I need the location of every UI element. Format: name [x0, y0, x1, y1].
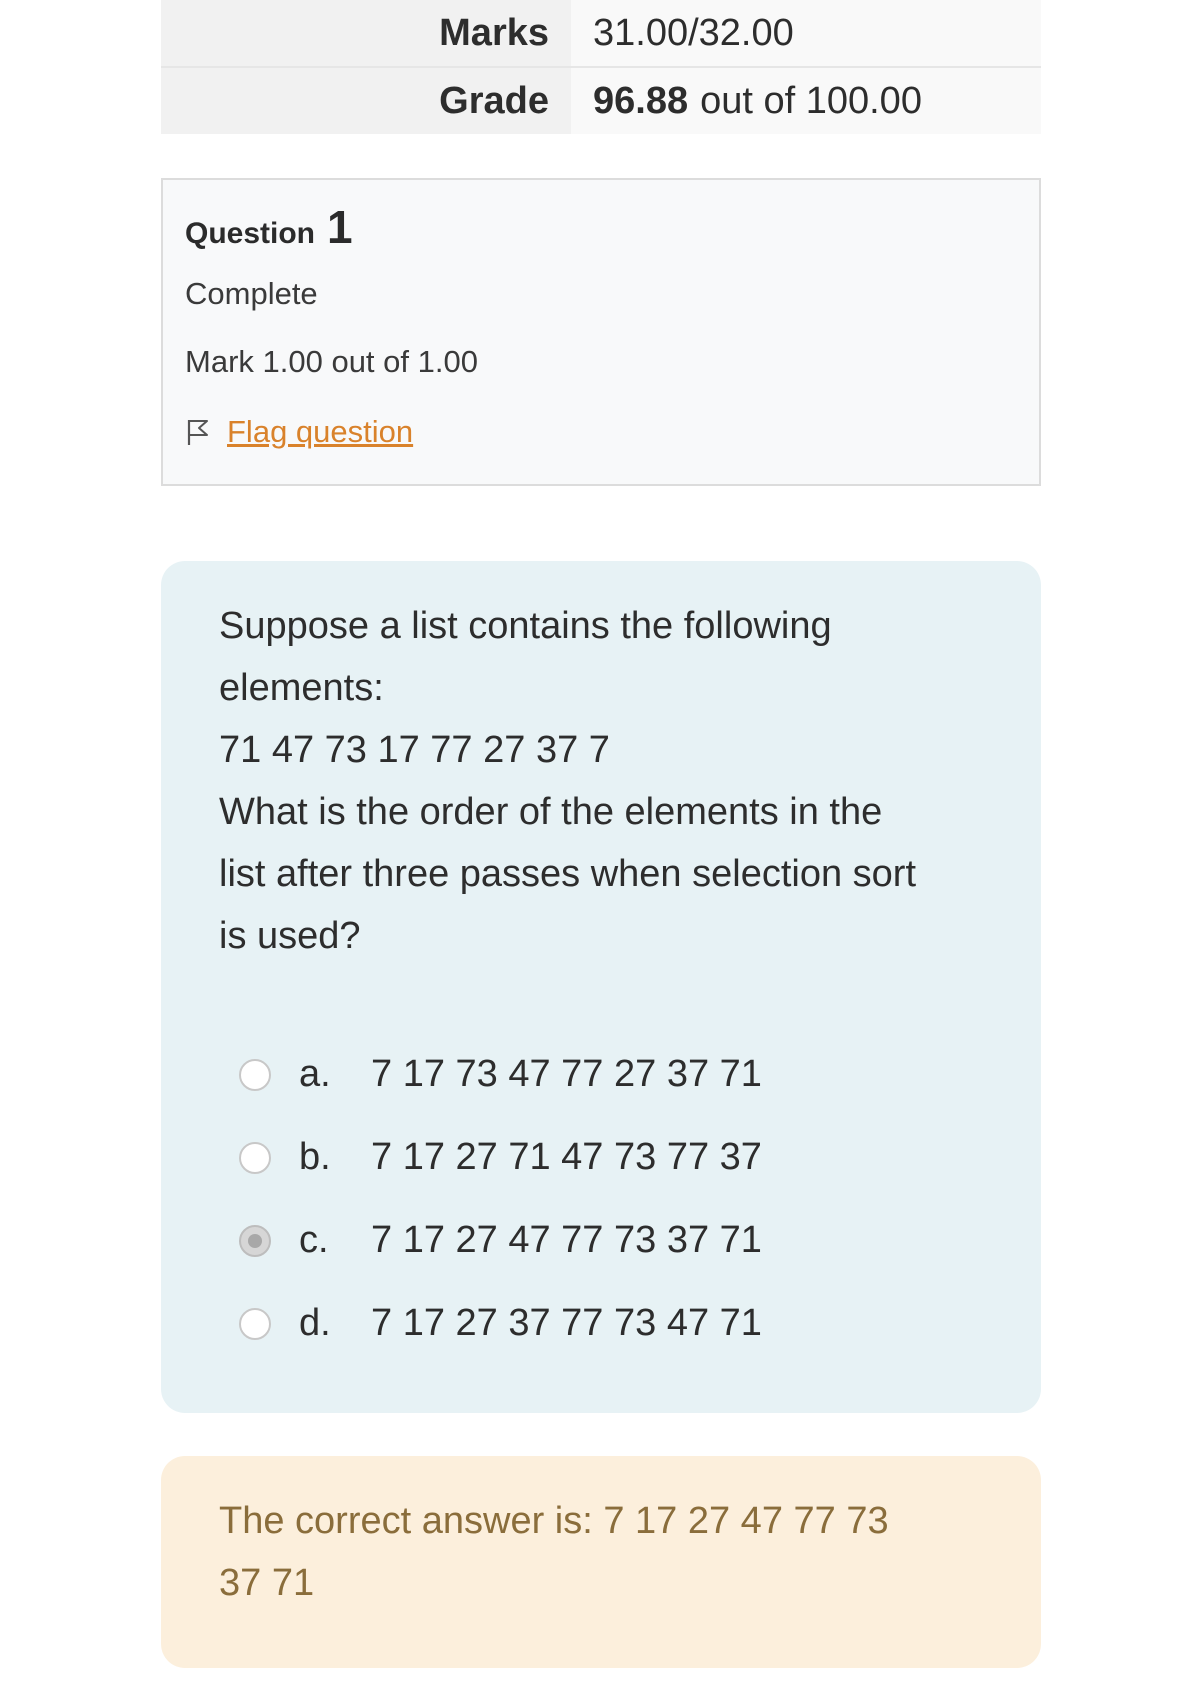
question-text: Suppose a list contains the following el… [219, 595, 983, 967]
answer-letter: c. [299, 1219, 329, 1261]
answer-option-b[interactable]: b. 7 17 27 71 47 73 77 37 [239, 1116, 983, 1199]
feedback-box: The correct answer is: 7 17 27 47 77 73 … [161, 1456, 1041, 1668]
flag-question[interactable]: Flag question [185, 414, 1017, 450]
flag-icon[interactable] [185, 417, 211, 447]
answer-radio-c[interactable] [239, 1224, 271, 1257]
answer-text[interactable]: 7 17 27 37 77 73 47 71 [371, 1302, 762, 1345]
grade-suffix: out of 100.00 [700, 79, 922, 122]
answer-option-d[interactable]: d. 7 17 27 37 77 73 47 71 [239, 1282, 983, 1365]
quiz-summary-table: Marks 31.00/32.00 Grade 96.88 out of 100… [161, 0, 1041, 134]
grade-row: Grade 96.88 out of 100.00 [161, 68, 1041, 134]
question-text-line: is used? [219, 915, 361, 957]
grade-label: Grade [161, 68, 571, 134]
question-number-value: 1 [327, 201, 353, 253]
question-info-box: Question 1 Complete Mark 1.00 out of 1.0… [161, 178, 1041, 486]
answer-radio-a[interactable] [239, 1058, 271, 1091]
question-text-line: 71 47 73 17 77 27 37 7 [219, 729, 610, 771]
marks-value: 31.00/32.00 [571, 0, 1041, 66]
grade-score: 96.88 [593, 79, 689, 122]
answer-letter: a. [299, 1053, 331, 1095]
answer-options: a. 7 17 73 47 77 27 37 71 b. 7 17 27 71 … [219, 1033, 983, 1365]
answer-radio-d[interactable] [239, 1307, 271, 1340]
answer-text[interactable]: 7 17 27 71 47 73 77 37 [371, 1136, 762, 1179]
answer-text[interactable]: 7 17 27 47 77 73 37 71 [371, 1219, 762, 1262]
question-text-line: list after three passes when selection s… [219, 853, 917, 895]
grade-value: 96.88 out of 100.00 [571, 68, 1041, 134]
answer-radio-b[interactable] [239, 1141, 271, 1174]
question-formulation: Suppose a list contains the following el… [161, 561, 1041, 1413]
answer-option-c[interactable]: c. 7 17 27 47 77 73 37 71 [239, 1199, 983, 1282]
answer-letter: d. [299, 1302, 331, 1344]
marks-label: Marks [161, 0, 571, 66]
flag-question-link[interactable]: Flag question [227, 414, 413, 450]
question-text-line: elements: [219, 667, 384, 709]
right-answer-line: 37 71 [219, 1562, 315, 1604]
right-answer-line: The correct answer is: 7 17 27 47 77 73 [219, 1500, 889, 1542]
question-grade: Mark 1.00 out of 1.00 [185, 344, 478, 379]
question-text-line: Suppose a list contains the following [219, 605, 832, 647]
question-label: Question [185, 217, 316, 250]
answer-option-a[interactable]: a. 7 17 73 47 77 27 37 71 [239, 1033, 983, 1116]
question-state: Complete [185, 276, 318, 311]
question-number: Question 1 [185, 200, 1017, 254]
marks-row: Marks 31.00/32.00 [161, 0, 1041, 68]
answer-letter: b. [299, 1136, 331, 1178]
question-text-line: What is the order of the elements in the [219, 791, 883, 833]
right-answer: The correct answer is: 7 17 27 47 77 73 … [219, 1490, 983, 1614]
answer-text[interactable]: 7 17 73 47 77 27 37 71 [371, 1053, 762, 1096]
